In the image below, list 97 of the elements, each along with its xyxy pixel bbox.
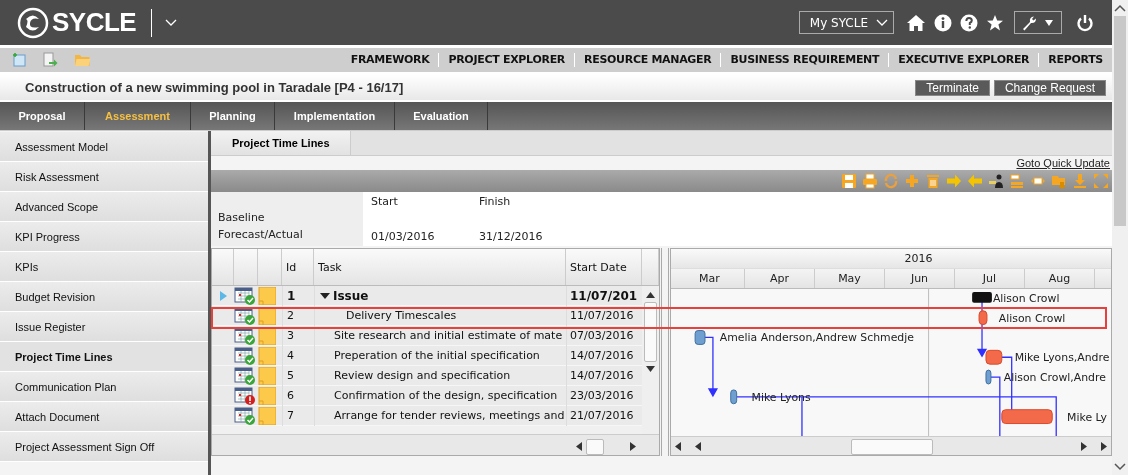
content-tab[interactable]: Project Time Lines: [211, 131, 351, 155]
table-cell: 3: [282, 325, 314, 346]
table-cell: Confirmation of the design, specification: [334, 389, 558, 403]
resource-label: Alison Crowl: [992, 291, 1060, 305]
month-header: Mar: [675, 268, 745, 288]
resource-label: Mike Lyons,Andre: [1014, 350, 1110, 364]
logo-swirl-icon: [17, 6, 49, 39]
sidebar-item[interactable]: KPIs: [0, 252, 208, 282]
sidebar-item[interactable]: Communication Plan: [0, 372, 208, 402]
table-cell: 2: [282, 305, 314, 326]
table-cell: 6: [282, 385, 314, 406]
forecast-start-date: 01/03/2016: [371, 230, 436, 243]
column-header[interactable]: Start Date: [566, 249, 642, 286]
nav-link[interactable]: FRAMEWORK: [341, 53, 439, 67]
nav-link[interactable]: RESOURCE MANAGER: [574, 53, 721, 67]
sidebar-item[interactable]: Issue Register: [0, 312, 208, 342]
table-cell: 4: [282, 345, 314, 366]
page-scrollbar[interactable]: [1112, 0, 1128, 475]
table-cell: Review design and specification: [334, 369, 511, 383]
scroll-up-icon[interactable]: [646, 292, 655, 299]
scroll-right-icon[interactable]: [1081, 442, 1087, 451]
calendar-status-icon[interactable]: [234, 286, 256, 305]
table-cell: 7: [282, 405, 314, 426]
calendar-status-icon[interactable]: [234, 346, 256, 365]
table-cell: 5: [282, 365, 314, 386]
month-header: Apr: [745, 268, 815, 288]
print-icon[interactable]: [862, 173, 878, 189]
connector-arrow: [704, 336, 718, 397]
scroll-left-icon[interactable]: [695, 442, 701, 451]
action-button[interactable]: Change Request: [993, 79, 1106, 96]
table-cell: Delivery Timescales: [346, 309, 457, 323]
task-bar[interactable]: [978, 309, 988, 325]
month-header: May: [815, 268, 885, 288]
scroll-up-icon[interactable]: [1114, 4, 1126, 12]
collapse-caret-icon[interactable]: [320, 291, 330, 300]
table-cell: Arrange for tender reviews, meetings and: [334, 409, 565, 423]
action-button[interactable]: Terminate: [915, 79, 990, 96]
month-header: Jun: [885, 268, 955, 288]
document-arrow-icon[interactable]: [42, 52, 58, 68]
task-bar[interactable]: [694, 329, 706, 345]
nav-link[interactable]: PROJECT EXPLORER: [438, 53, 574, 67]
splitter-handle[interactable]: [661, 248, 669, 456]
month-header: Aug: [1025, 268, 1095, 288]
column-header[interactable]: Id: [282, 249, 314, 286]
scroll-right-icon[interactable]: [630, 442, 636, 451]
task-bar[interactable]: [730, 389, 738, 404]
forecast-finish-date: 31/12/2016: [479, 230, 544, 243]
sidebar-item[interactable]: Advanced Scope: [0, 192, 208, 222]
chevron-down-icon[interactable]: [165, 18, 178, 27]
chevron-down-icon: [876, 18, 888, 27]
table-cell: 1: [282, 286, 314, 306]
sidebar-item[interactable]: KPI Progress: [0, 222, 208, 252]
sidebar-item[interactable]: Project Assessment Sign Off: [0, 432, 208, 462]
nav-link[interactable]: EXECUTIVE EXPLORER: [888, 53, 1039, 67]
help-icon[interactable]: [960, 13, 978, 32]
project-title: Construction of a new swimming pool in Taradale [P4 - 16/17]: [25, 80, 404, 95]
scroll-down-icon[interactable]: [646, 366, 655, 373]
home-icon[interactable]: [906, 13, 926, 32]
summary-bar[interactable]: [972, 291, 992, 303]
table-cell: Preperation of the initial specification: [334, 349, 540, 363]
quick-update-link[interactable]: Goto Quick Update: [1016, 156, 1110, 170]
table-cell: Issue: [333, 288, 369, 303]
sidebar-item[interactable]: Project Time Lines: [0, 342, 208, 372]
save-icon[interactable]: [841, 173, 857, 189]
table-cell: Site research and initial estimate of mate: [334, 329, 563, 343]
scroll-down-icon[interactable]: [1114, 463, 1126, 471]
start-label: Start: [371, 195, 399, 208]
power-icon[interactable]: [1076, 13, 1094, 32]
sidebar-item[interactable]: Attach Document: [0, 402, 208, 432]
task-bar[interactable]: [985, 349, 1003, 365]
forecast-label: Forecast/Actual: [218, 227, 304, 243]
person-icon[interactable]: [988, 173, 1004, 189]
rows-icon[interactable]: [1009, 173, 1025, 189]
my-menu-dropdown[interactable]: My SYCLE: [798, 11, 894, 34]
nav-link[interactable]: BUSINESS REQUIREMENT: [720, 53, 889, 67]
resource-label: Amelia Anderson,Andrew Schmedje: [719, 331, 914, 345]
tools-dropdown[interactable]: [1014, 11, 1062, 34]
baseline-label: Baseline: [218, 210, 266, 226]
sidebar-item[interactable]: Assessment Model: [0, 132, 208, 162]
scroll-left-icon[interactable]: [675, 442, 681, 451]
task-bar[interactable]: [985, 369, 992, 385]
finish-label: Finish: [479, 195, 512, 208]
calendar-status-icon[interactable]: [234, 406, 256, 425]
resource-label: Mike Ly: [1067, 410, 1108, 424]
star-icon[interactable]: [986, 13, 1004, 32]
task-bar[interactable]: [1001, 408, 1053, 424]
resource-label: Alison Crowl: [998, 311, 1066, 325]
logo-text: SYCLE: [52, 7, 137, 38]
scroll-left-icon[interactable]: [576, 442, 582, 451]
calendar-status-icon[interactable]: [234, 366, 256, 385]
sidebar-item[interactable]: Budget Revision: [0, 282, 208, 312]
sidebar-item[interactable]: Risk Assessment: [0, 162, 208, 192]
calendar-status-icon[interactable]: [234, 386, 256, 405]
info-icon[interactable]: [934, 13, 952, 32]
scroll-right-icon[interactable]: [1101, 442, 1107, 451]
month-header: Jul: [955, 268, 1025, 288]
column-header[interactable]: Task: [314, 249, 566, 286]
